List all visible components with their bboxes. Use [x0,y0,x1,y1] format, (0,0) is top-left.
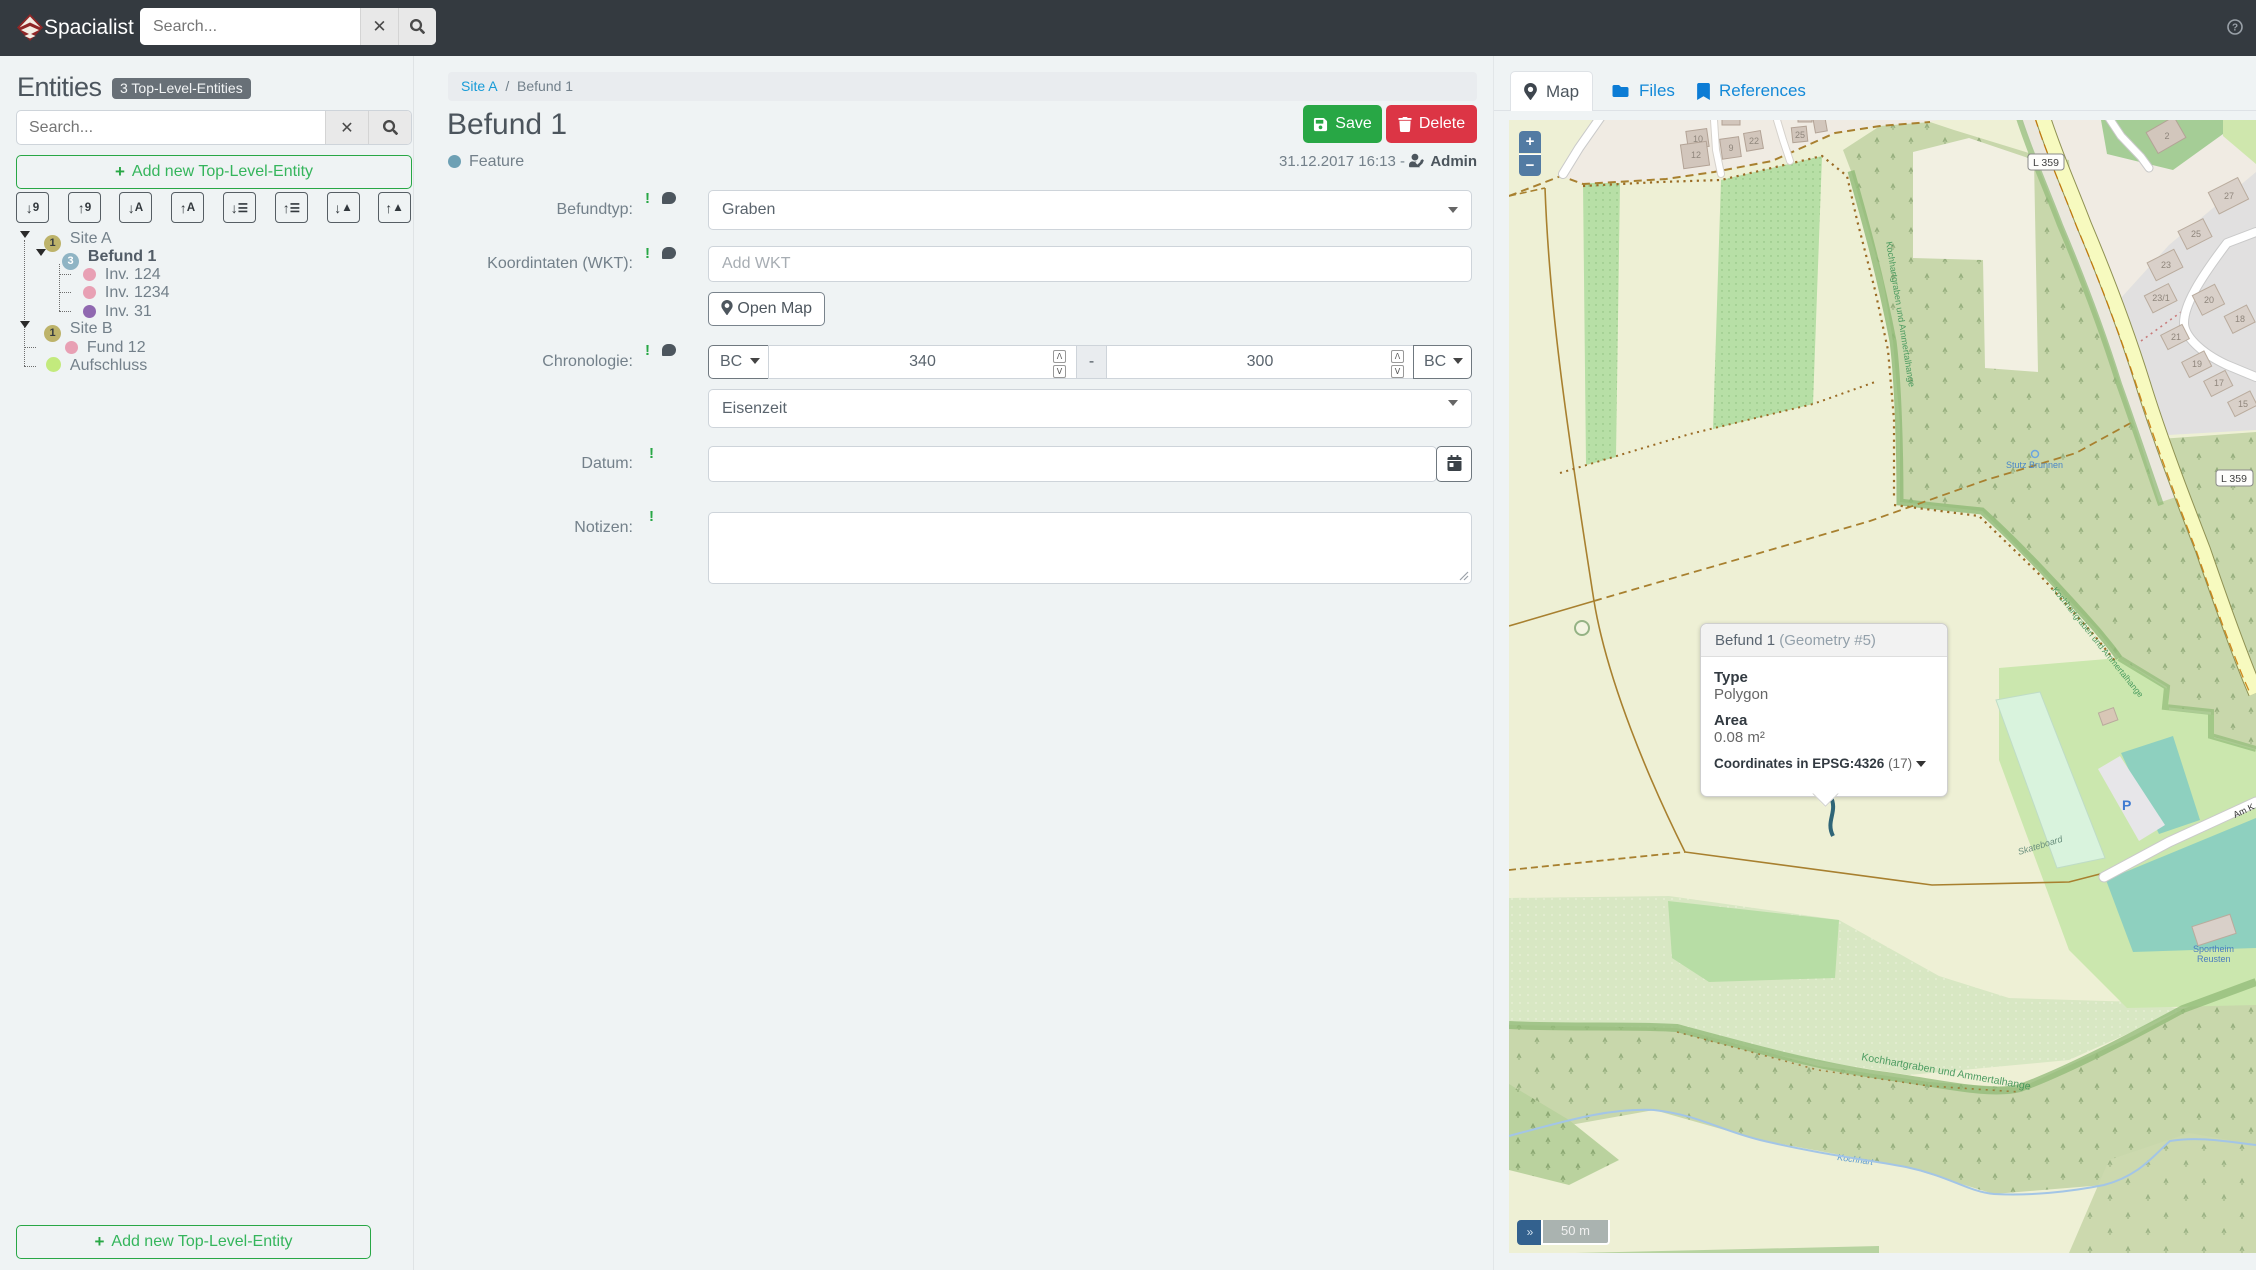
svg-text:L 359: L 359 [2033,157,2059,169]
svg-text:20: 20 [2204,295,2214,305]
svg-text:L 359: L 359 [2221,473,2247,485]
svg-text:Stutz Brunnen: Stutz Brunnen [2006,460,2063,470]
svg-text:10: 10 [1693,134,1703,144]
svg-text:?: ? [2232,23,2238,34]
svg-text:9: 9 [1728,143,1733,153]
svg-text:17: 17 [2214,378,2224,388]
svg-text:23: 23 [2161,260,2171,270]
svg-text:18: 18 [2235,314,2245,324]
svg-text:15: 15 [2238,399,2248,409]
svg-text:25: 25 [2191,229,2201,239]
svg-text:21: 21 [2171,332,2181,342]
svg-text:22: 22 [1749,136,1759,146]
svg-text:25: 25 [1795,130,1805,140]
svg-text:P: P [2122,797,2131,813]
svg-text:2: 2 [2164,131,2169,141]
svg-text:27: 27 [2224,191,2234,201]
svg-text:12: 12 [1691,150,1701,160]
svg-text:Sportheim: Sportheim [2193,944,2234,954]
svg-text:23/1: 23/1 [2152,293,2170,303]
svg-text:Reusten: Reusten [2197,954,2231,964]
svg-text:19: 19 [2192,359,2202,369]
